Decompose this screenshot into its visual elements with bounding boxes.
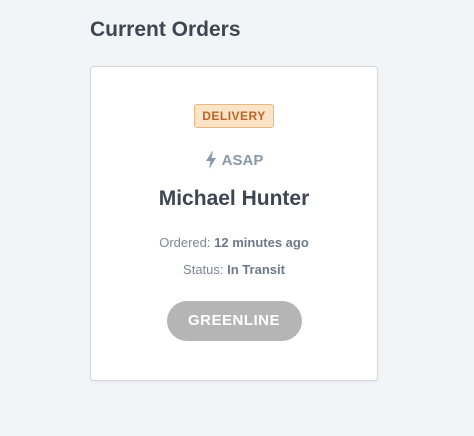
ordered-value: 12 minutes ago <box>214 235 309 250</box>
status-label: Status: <box>183 262 224 277</box>
badge-row: DELIVERY <box>91 104 377 128</box>
bolt-icon <box>205 151 217 169</box>
order-type-badge: DELIVERY <box>194 104 274 128</box>
customer-name: Michael Hunter <box>158 187 310 210</box>
order-card[interactable]: DELIVERY ASAP Michael Hunter Ordered: 12… <box>90 66 378 381</box>
page-title: Current Orders <box>90 18 241 41</box>
timing-label: ASAP <box>221 151 264 169</box>
timing-row: ASAP <box>91 151 377 169</box>
status-value: In Transit <box>227 262 285 277</box>
ordered-line: Ordered: 12 minutes ago <box>91 235 377 250</box>
status-line: Status: In Transit <box>91 262 377 277</box>
ordered-label: Ordered: <box>159 235 211 250</box>
button-row: GREENLINE <box>91 301 377 341</box>
restaurant-button[interactable]: GREENLINE <box>166 301 302 341</box>
